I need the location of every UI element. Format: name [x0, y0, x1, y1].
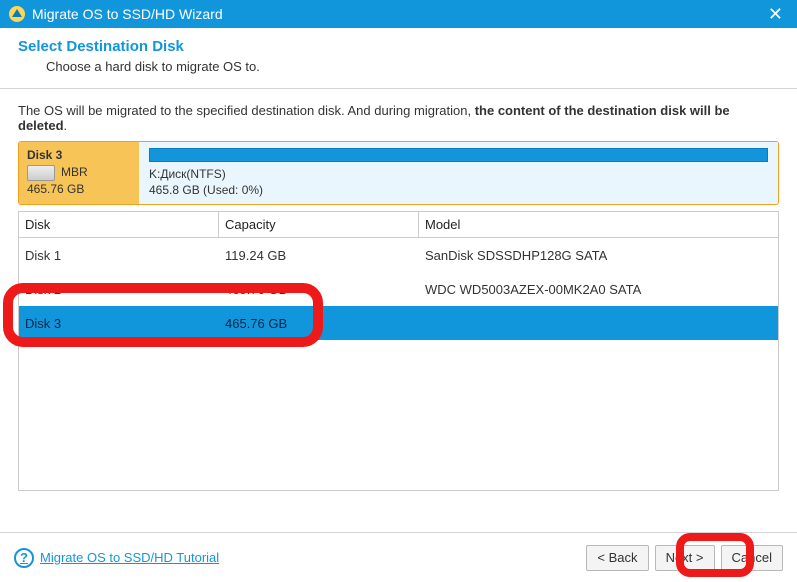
step-subtitle: Choose a hard disk to migrate OS to.: [46, 59, 779, 74]
cell-disk: Disk 3: [19, 311, 219, 336]
cell-disk: Disk 2: [19, 277, 219, 302]
cell-capacity: 465.76 GB: [219, 311, 419, 336]
cell-capacity: 465.76 GB: [219, 277, 419, 302]
help-link[interactable]: ? Migrate OS to SSD/HD Tutorial: [14, 548, 219, 568]
table-body: Disk 1119.24 GBSanDisk SDSSDHP128G SATAD…: [19, 238, 778, 340]
warning-text: The OS will be migrated to the specified…: [18, 103, 779, 133]
partition-bar: [149, 148, 768, 162]
content-area: The OS will be migrated to the specified…: [0, 89, 797, 491]
table-header: Disk Capacity Model: [19, 211, 778, 238]
close-icon[interactable]: ✕: [762, 4, 789, 25]
cell-disk: Disk 1: [19, 243, 219, 268]
selected-disk-name: Disk 3: [27, 148, 62, 162]
disk-table: Disk Capacity Model Disk 1119.24 GBSanDi…: [18, 211, 779, 491]
partition-label: K:Диск(NTFS): [149, 166, 768, 182]
selected-disk-scheme: MBR: [61, 165, 88, 179]
selected-disk-summary: Disk 3 MBR 465.76 GB: [19, 142, 139, 204]
help-icon: ?: [14, 548, 34, 568]
step-header: Select Destination Disk Choose a hard di…: [0, 28, 797, 89]
wizard-window: Migrate OS to SSD/HD Wizard ✕ Select Des…: [0, 0, 797, 582]
back-button[interactable]: < Back: [586, 545, 648, 571]
footer: ? Migrate OS to SSD/HD Tutorial < Back N…: [0, 532, 797, 582]
app-icon: [8, 5, 26, 23]
table-row[interactable]: Disk 3465.76 GB: [19, 306, 778, 340]
selected-disk-partition: K:Диск(NTFS) 465.8 GB (Used: 0%): [139, 142, 778, 204]
table-row[interactable]: Disk 2465.76 GBWDC WD5003AZEX-00MK2A0 SA…: [19, 272, 778, 306]
cell-model: SanDisk SDSSDHP128G SATA: [419, 243, 778, 268]
table-row[interactable]: Disk 1119.24 GBSanDisk SDSSDHP128G SATA: [19, 238, 778, 272]
partition-usage: 465.8 GB (Used: 0%): [149, 182, 768, 198]
col-model[interactable]: Model: [419, 212, 778, 237]
col-capacity[interactable]: Capacity: [219, 212, 419, 237]
hdd-icon: [27, 165, 55, 181]
cell-model: [419, 318, 778, 328]
col-disk[interactable]: Disk: [19, 212, 219, 237]
cell-capacity: 119.24 GB: [219, 243, 419, 268]
titlebar: Migrate OS to SSD/HD Wizard ✕: [0, 0, 797, 28]
warning-a: The OS will be migrated to the specified…: [18, 103, 475, 118]
next-button[interactable]: Next >: [655, 545, 715, 571]
cell-model: WDC WD5003AZEX-00MK2A0 SATA: [419, 277, 778, 302]
cancel-button[interactable]: Cancel: [721, 545, 783, 571]
step-title: Select Destination Disk: [18, 38, 779, 55]
window-title: Migrate OS to SSD/HD Wizard: [32, 6, 223, 22]
selected-disk-size: 465.76 GB: [27, 182, 131, 196]
warning-c: .: [64, 118, 68, 133]
selected-disk-panel: Disk 3 MBR 465.76 GB K:Диск(NTFS) 465.8 …: [18, 141, 779, 205]
help-label: Migrate OS to SSD/HD Tutorial: [40, 550, 219, 565]
